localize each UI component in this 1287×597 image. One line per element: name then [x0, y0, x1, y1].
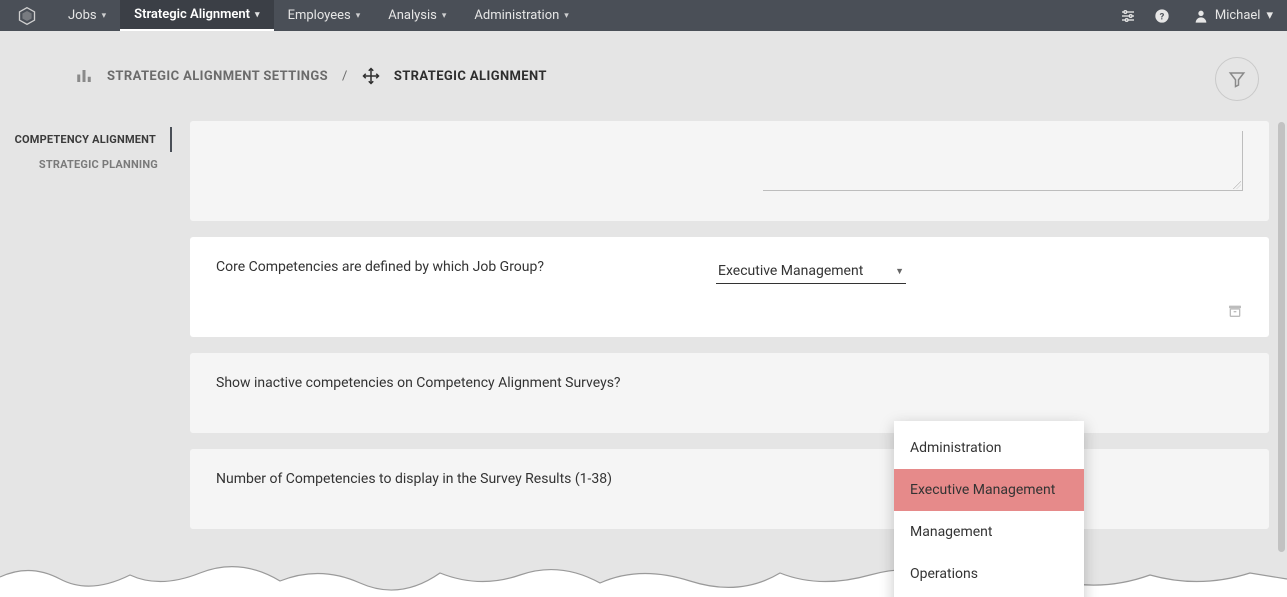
filter-button[interactable]: [1215, 57, 1259, 101]
nav-label: Analysis: [388, 8, 437, 23]
caret-down-icon: ▼: [895, 266, 904, 277]
top-nav: Jobs ▾ Strategic Alignment ▾ Employees ▾ An…: [0, 0, 1287, 31]
nav-label: Strategic Alignment: [134, 7, 250, 22]
breadcrumb-current: STRATEGIC ALIGNMENT: [394, 69, 547, 84]
question-label: Core Competencies are defined by which J…: [216, 259, 716, 315]
scrollbar[interactable]: [1278, 122, 1285, 552]
hexagon-icon: [17, 6, 37, 26]
svg-text:?: ?: [1160, 11, 1165, 22]
user-name: Michael: [1215, 8, 1261, 23]
bar-chart-icon: [75, 67, 93, 85]
question-label: Number of Competencies to display in the…: [216, 471, 716, 507]
main-content: Core Competencies are defined by which J…: [172, 121, 1287, 597]
nav-label: Jobs: [68, 8, 97, 23]
text-area[interactable]: [763, 131, 1243, 191]
subheader: STRATEGIC ALIGNMENT SETTINGS / STRATEGIC…: [0, 31, 1287, 121]
user-menu[interactable]: Michael ▾: [1179, 8, 1287, 24]
nav-strategic-alignment[interactable]: Strategic Alignment ▾: [120, 0, 273, 31]
settings-sliders-icon[interactable]: [1111, 0, 1145, 31]
archive-icon[interactable]: [1227, 303, 1243, 323]
dropdown-option[interactable]: Operations: [894, 553, 1084, 595]
chevron-down-icon: ▾: [1266, 8, 1273, 23]
question-label: Show inactive competencies on Competency…: [216, 375, 716, 411]
card-textarea: [190, 121, 1269, 221]
filter-icon: [1228, 70, 1246, 88]
card-competency-count: Number of Competencies to display in the…: [190, 449, 1269, 529]
sidebar-item-competency-alignment[interactable]: COMPETENCY ALIGNMENT: [0, 127, 172, 152]
move-icon: [362, 67, 380, 85]
user-icon: [1193, 8, 1209, 24]
sidebar-item-strategic-planning[interactable]: STRATEGIC PLANNING: [0, 152, 172, 177]
nav-label: Administration: [474, 8, 559, 23]
nav-label: Employees: [288, 8, 351, 23]
breadcrumb: STRATEGIC ALIGNMENT SETTINGS / STRATEGIC…: [75, 67, 547, 85]
job-group-dropdown: Administration Executive Management Mana…: [894, 421, 1084, 597]
chevron-down-icon: ▾: [356, 11, 361, 21]
app-logo[interactable]: [0, 6, 54, 26]
help-button[interactable]: ?: [1145, 0, 1179, 31]
chevron-down-icon: ▾: [255, 10, 260, 20]
card-job-group: Core Competencies are defined by which J…: [190, 237, 1269, 337]
dropdown-option[interactable]: Management: [894, 511, 1084, 553]
body: COMPETENCY ALIGNMENT STRATEGIC PLANNING …: [0, 121, 1287, 597]
nav-analysis[interactable]: Analysis ▾: [374, 0, 460, 31]
nav-employees[interactable]: Employees ▾: [274, 0, 375, 31]
sliders-icon: [1120, 8, 1136, 24]
dropdown-option[interactable]: Executive Management: [894, 469, 1084, 511]
dropdown-option[interactable]: Administration: [894, 427, 1084, 469]
help-icon: ?: [1154, 8, 1170, 24]
sidebar: COMPETENCY ALIGNMENT STRATEGIC PLANNING: [0, 121, 172, 597]
card-inactive-competencies: Show inactive competencies on Competency…: [190, 353, 1269, 433]
breadcrumb-parent[interactable]: STRATEGIC ALIGNMENT SETTINGS: [107, 69, 328, 84]
chevron-down-icon: ▾: [102, 11, 107, 21]
chevron-down-icon: ▾: [442, 11, 447, 21]
breadcrumb-separator: /: [342, 69, 348, 84]
nav-administration[interactable]: Administration ▾: [460, 0, 582, 31]
select-value: Executive Management: [718, 263, 863, 279]
chevron-down-icon: ▾: [564, 11, 569, 21]
nav-jobs[interactable]: Jobs ▾: [54, 0, 120, 31]
job-group-select[interactable]: Executive Management ▼: [716, 259, 906, 284]
